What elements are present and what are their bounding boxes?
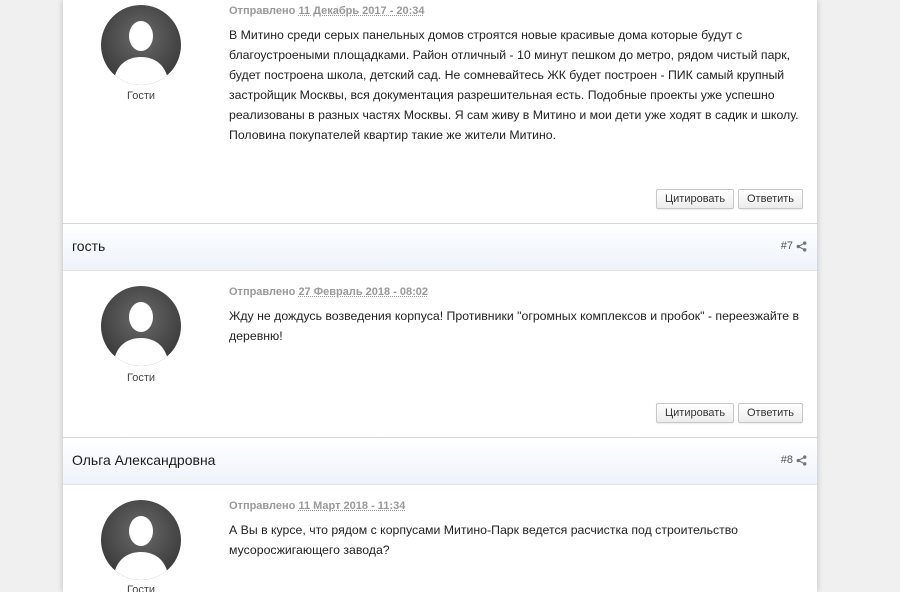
posted-label: Отправлено xyxy=(229,286,296,298)
posted-label: Отправлено xyxy=(229,500,296,512)
post-8-header: Ольга Александровна #8 xyxy=(63,437,817,485)
reply-button[interactable]: Ответить xyxy=(738,189,804,209)
forum-topic-page: Гости Отправлено 11 Декабрь 2017 - 20:34… xyxy=(63,0,817,592)
quote-button[interactable]: Цитировать xyxy=(656,403,735,423)
post-7: Гости Отправлено 27 Февраль 2018 - 08:02… xyxy=(63,271,817,437)
quote-button[interactable]: Цитировать xyxy=(656,189,735,209)
author-name[interactable]: гость xyxy=(72,238,105,254)
post-date-link[interactable]: 11 Март 2018 - 11:34 xyxy=(298,500,405,512)
post-meta: Отправлено 11 Март 2018 - 11:34 xyxy=(229,500,405,512)
post-number: #7 xyxy=(781,240,807,252)
share-icon[interactable] xyxy=(796,454,807,466)
author-group-label: Гости xyxy=(126,584,156,592)
author-name[interactable]: Ольга Александровна xyxy=(72,452,215,468)
post-number-link[interactable]: #8 xyxy=(781,454,793,466)
post-6: Гости Отправлено 11 Декабрь 2017 - 20:34… xyxy=(63,0,817,223)
post-date-link[interactable]: 11 Декабрь 2017 - 20:34 xyxy=(298,5,424,17)
share-icon[interactable] xyxy=(796,240,807,252)
post-7-header: гость #7 xyxy=(63,223,817,271)
post-date-link[interactable]: 27 Февраль 2018 - 08:02 xyxy=(298,286,428,298)
post-meta: Отправлено 11 Декабрь 2017 - 20:34 xyxy=(229,5,425,17)
post-number: #8 xyxy=(781,454,807,466)
post-number-link[interactable]: #7 xyxy=(781,240,793,252)
default-user-avatar-icon[interactable] xyxy=(101,5,181,85)
posted-label: Отправлено xyxy=(229,5,296,17)
author-group-label: Гости xyxy=(126,372,156,384)
reply-button[interactable]: Ответить xyxy=(738,403,804,423)
post-body: В Митино среди серых панельных домов стр… xyxy=(229,28,799,142)
post-8: Гости Отправлено 11 Март 2018 - 11:34 А … xyxy=(63,485,817,592)
post-body: А Вы в курсе, что рядом с корпусами Мити… xyxy=(229,523,739,557)
post-body: Жду не дождусь возведения корпуса! Проти… xyxy=(229,309,800,343)
post-meta: Отправлено 27 Февраль 2018 - 08:02 xyxy=(229,286,428,298)
author-group-label: Гости xyxy=(126,90,156,102)
default-user-avatar-icon[interactable] xyxy=(101,500,181,580)
default-user-avatar-icon[interactable] xyxy=(101,286,181,366)
